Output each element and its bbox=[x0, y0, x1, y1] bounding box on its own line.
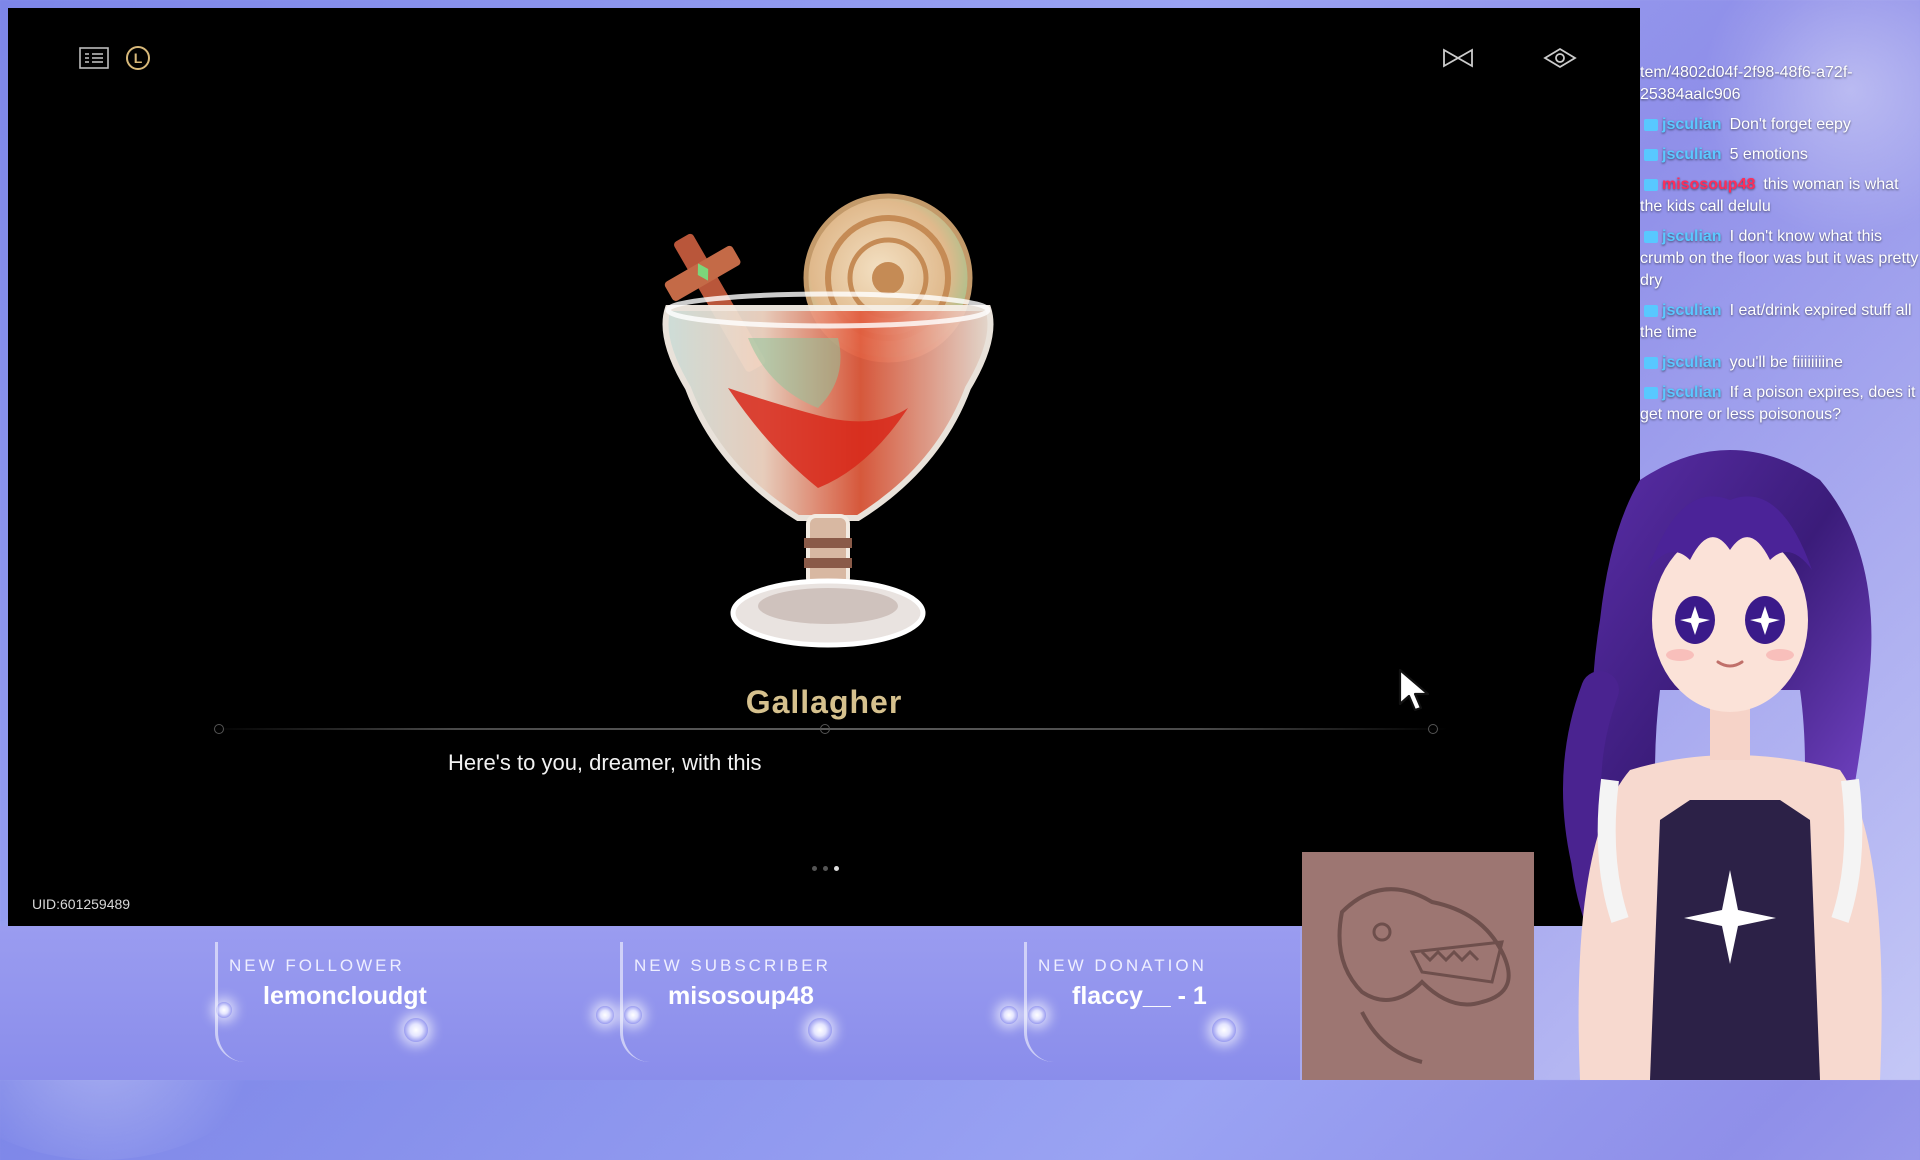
player-uid: UID:601259489 bbox=[32, 896, 131, 912]
subscriber-badge-icon bbox=[1644, 230, 1658, 243]
chat-message: tem/4802d04f-2f98-48f6-a72f-25384aalc906 bbox=[1640, 62, 1920, 106]
l-button-icon[interactable]: L bbox=[118, 38, 158, 78]
pager-dot bbox=[812, 866, 817, 871]
chat-username[interactable]: jsculian bbox=[1662, 116, 1722, 133]
alert-new-subscriber: NEW SUBSCRIBER misosoup48 bbox=[620, 942, 1000, 1062]
chat-message: jsculian Don't forget eepy bbox=[1640, 114, 1920, 136]
chat-username[interactable]: jsculian bbox=[1662, 302, 1722, 319]
chat-message: jsculian 5 emotions bbox=[1640, 144, 1920, 166]
subscriber-badge-icon bbox=[1644, 178, 1658, 191]
alert-value: misosoup48 bbox=[668, 982, 814, 1010]
glow-orb-icon bbox=[808, 1018, 832, 1042]
glow-orb-icon bbox=[1028, 1006, 1046, 1024]
list-icon[interactable] bbox=[74, 38, 114, 78]
pager-dot bbox=[823, 866, 828, 871]
glow-orb-icon bbox=[1000, 1006, 1018, 1024]
dish-name: Gallagher bbox=[745, 684, 903, 720]
chat-text: you'll be fiiiiiiiine bbox=[1729, 354, 1843, 371]
alert-value: lemoncloudgt bbox=[263, 982, 427, 1010]
divider-endpoint bbox=[1428, 724, 1438, 734]
pet-cam-overlay bbox=[1302, 852, 1534, 1080]
dialogue-pager bbox=[812, 866, 839, 871]
game-window: L Gallagher Here's to you, dreamer, with… bbox=[8, 8, 1640, 926]
chat-username[interactable]: jsculian bbox=[1662, 146, 1722, 163]
subscriber-badge-icon bbox=[1644, 304, 1658, 317]
chat-text: 5 emotions bbox=[1729, 146, 1808, 163]
hide-ui-icon[interactable] bbox=[1540, 38, 1580, 78]
chat-text: tem/4802d04f-2f98-48f6-a72f-25384aalc906 bbox=[1640, 64, 1853, 103]
chat-username[interactable]: jsculian bbox=[1662, 228, 1722, 245]
chat-message: jsculian you'll be fiiiiiiiine bbox=[1640, 352, 1920, 374]
alert-value: flaccy__ - 1 bbox=[1072, 982, 1207, 1010]
chat-username[interactable]: jsculian bbox=[1662, 384, 1722, 401]
glow-orb-icon bbox=[596, 1006, 614, 1024]
stream-chat: tem/4802d04f-2f98-48f6-a72f-25384aalc906… bbox=[1640, 62, 1920, 454]
chat-username[interactable]: jsculian bbox=[1662, 354, 1722, 371]
subscriber-badge-icon bbox=[1644, 356, 1658, 369]
subscriber-badge-icon bbox=[1644, 118, 1658, 131]
chat-message: misosoup48 this woman is what the kids ca… bbox=[1640, 174, 1920, 218]
alert-label: NEW DONATION bbox=[1038, 956, 1207, 975]
subscriber-badge-icon bbox=[1644, 386, 1658, 399]
chat-message: jsculian I eat/drink expired stuff all th… bbox=[1640, 300, 1920, 344]
stream-alert-bar: NEW FOLLOWER lemoncloudgt NEW SUBSCRIBER… bbox=[0, 926, 1300, 1080]
svg-text:L: L bbox=[134, 50, 143, 66]
vtuber-avatar bbox=[1563, 450, 1882, 1080]
alert-label: NEW SUBSCRIBER bbox=[634, 956, 831, 975]
divider-center-ornament bbox=[820, 724, 830, 734]
alert-new-follower: NEW FOLLOWER lemoncloudgt bbox=[215, 942, 595, 1062]
divider-endpoint bbox=[214, 724, 224, 734]
skip-icon[interactable] bbox=[1438, 38, 1478, 78]
glow-orb-icon bbox=[404, 1018, 428, 1042]
alert-label: NEW FOLLOWER bbox=[229, 956, 405, 975]
glow-orb-icon bbox=[1212, 1018, 1236, 1042]
chat-message: jsculian If a poison expires, does it get… bbox=[1640, 382, 1920, 426]
chat-message: jsculian I don't know what this crumb on … bbox=[1640, 226, 1920, 292]
sketch-creature-image bbox=[1337, 887, 1511, 1064]
dialogue-text: Here's to you, dreamer, with this bbox=[448, 750, 762, 775]
glow-orb-icon bbox=[624, 1006, 642, 1024]
chat-username[interactable]: misosoup48 bbox=[1662, 176, 1755, 193]
mouse-cursor-icon bbox=[1398, 668, 1430, 712]
subscriber-badge-icon bbox=[1644, 148, 1658, 161]
glow-orb-icon bbox=[216, 1002, 232, 1018]
chat-text: Don't forget eepy bbox=[1729, 116, 1851, 133]
pager-dot-active bbox=[834, 866, 839, 871]
cocktail-illustration bbox=[662, 193, 994, 648]
